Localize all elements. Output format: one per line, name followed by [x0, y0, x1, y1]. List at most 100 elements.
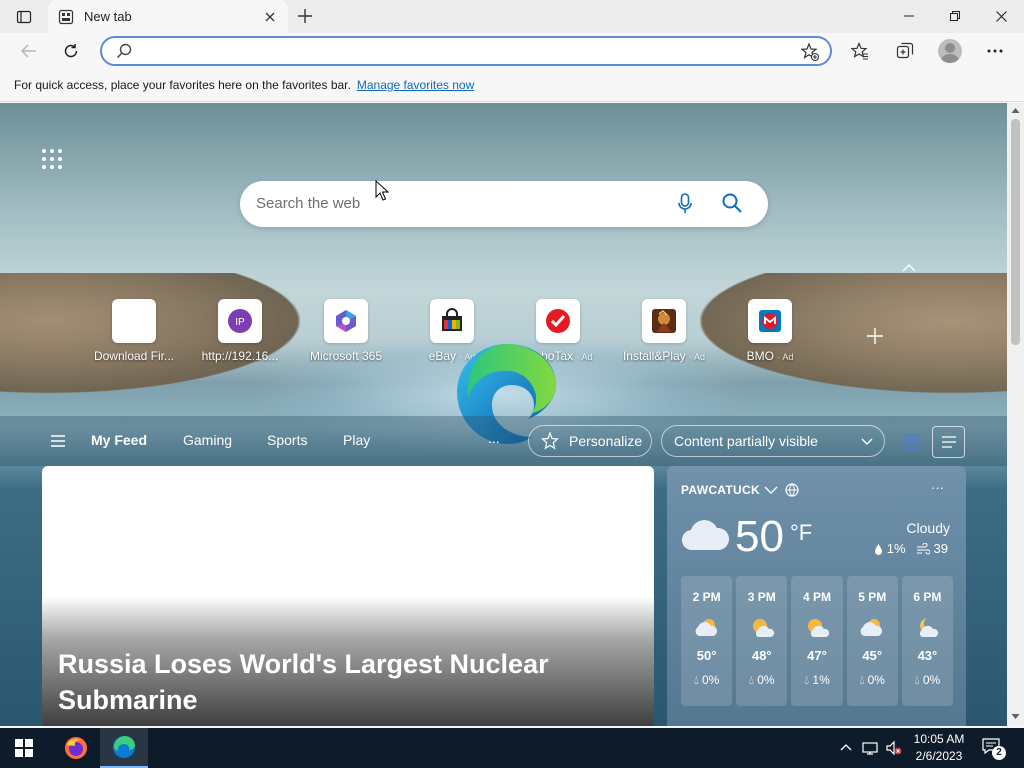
- back-button[interactable]: [14, 37, 44, 65]
- profile-avatar[interactable]: [938, 39, 962, 63]
- ad-label: · Ad: [689, 352, 706, 362]
- list-layout-icon: [941, 436, 956, 448]
- quick-link-tile: [324, 299, 368, 343]
- network-icon[interactable]: [862, 740, 878, 756]
- tab-new-tab[interactable]: New tab: [48, 0, 288, 33]
- tab-sports[interactable]: Sports: [267, 432, 307, 448]
- tab-strip: New tab: [0, 0, 1024, 33]
- collections-icon: [896, 42, 914, 59]
- scrollbar-thumb[interactable]: [1011, 119, 1020, 345]
- chevron-up-icon[interactable]: [900, 261, 918, 275]
- tab-actions-menu-button[interactable]: [8, 6, 40, 28]
- new-tab-button[interactable]: [292, 4, 318, 28]
- partly-cloudy-night-icon: [920, 618, 939, 637]
- more-tabs-button[interactable]: ...: [488, 430, 500, 446]
- chevron-down-icon[interactable]: [763, 484, 779, 496]
- article-headline[interactable]: Russia Loses World's Largest Nuclear Sub…: [58, 646, 638, 718]
- personalize-button[interactable]: Personalize: [528, 425, 652, 457]
- weather-more-button[interactable]: ···: [931, 480, 944, 495]
- weather-precip: 1%: [886, 541, 906, 556]
- quick-link-label: Download Fir...: [93, 349, 175, 363]
- raindrop-icon: [874, 543, 882, 555]
- microsoft-365-icon: [336, 310, 356, 332]
- grid-layout-icon: [902, 434, 919, 450]
- scroll-down-arrow-icon[interactable]: [1011, 713, 1020, 720]
- hourly-item[interactable]: 4 PM 47° 💧︎ 1%: [791, 576, 843, 706]
- grid-layout-button[interactable]: [894, 426, 927, 458]
- hourly-item[interactable]: 6 PM 43° 💧︎ 0%: [901, 576, 954, 706]
- close-window-button[interactable]: [978, 0, 1024, 32]
- microphone-icon[interactable]: [678, 193, 692, 215]
- list-layout-button[interactable]: [932, 426, 965, 458]
- mouse-cursor-icon: [375, 180, 389, 201]
- hour-temp: 50°: [696, 648, 717, 663]
- cloud-icon: [682, 520, 729, 551]
- volume-muted-icon[interactable]: [886, 740, 902, 756]
- browser-toolbar: [0, 33, 1024, 69]
- hourly-item[interactable]: 2 PM 50° 💧︎ 0%: [681, 576, 733, 706]
- weather-location[interactable]: PAWCATUCK: [681, 483, 760, 497]
- tab-my-feed[interactable]: My Feed: [91, 432, 147, 448]
- tab-gaming[interactable]: Gaming: [183, 432, 232, 448]
- edge-icon: [113, 736, 135, 758]
- hourly-forecast: 2 PM 50° 💧︎ 0% 3 PM 48° 💧︎ 0% 4 PM 47° 💧…: [681, 576, 954, 706]
- raindrop-icon: 💧︎: [914, 673, 920, 687]
- hourly-item[interactable]: 5 PM 45° 💧︎ 0%: [846, 576, 898, 706]
- feed-article-card[interactable]: Russia Loses World's Largest Nuclear Sub…: [42, 466, 654, 726]
- hour-temp: 47°: [807, 648, 827, 663]
- refresh-button[interactable]: [56, 37, 86, 65]
- hour-temp: 48°: [751, 648, 772, 663]
- weather-unit[interactable]: °F: [790, 520, 812, 546]
- manage-favorites-link[interactable]: Manage favorites now: [357, 78, 474, 92]
- favorites-icon: [851, 42, 868, 60]
- action-center-button[interactable]: 2: [982, 737, 1006, 760]
- chevron-up-icon[interactable]: [838, 740, 854, 756]
- start-button[interactable]: [0, 728, 48, 768]
- globe-location-icon[interactable]: [785, 483, 799, 497]
- search-icon[interactable]: [721, 192, 743, 214]
- edge-taskbar-button[interactable]: [100, 728, 148, 768]
- ebay-bag-icon: [442, 308, 462, 331]
- notification-count-badge: 2: [992, 746, 1006, 760]
- system-clock[interactable]: 10:05 AM 2/6/2023: [906, 731, 972, 765]
- restore-button[interactable]: [932, 0, 978, 32]
- scroll-up-arrow-icon[interactable]: [1011, 107, 1020, 114]
- quick-link-tile: [642, 299, 686, 343]
- address-bar[interactable]: [100, 36, 832, 66]
- quick-link-label: http://192.16...: [201, 349, 279, 363]
- quick-link[interactable]: Install&Play · Ad: [612, 299, 716, 363]
- firefox-taskbar-button[interactable]: [52, 728, 100, 768]
- wind-icon: [916, 542, 930, 555]
- quick-link[interactable]: BMO · Ad: [718, 299, 822, 363]
- settings-and-more-button[interactable]: [980, 37, 1010, 65]
- raindrop-icon: 💧︎: [859, 673, 865, 687]
- hour-precip: 0%: [702, 673, 720, 687]
- close-tab-button[interactable]: [262, 9, 278, 25]
- back-arrow-icon: [21, 44, 36, 58]
- content-visibility-value: Content partially visible: [674, 433, 818, 449]
- mostly-sunny-icon: [752, 619, 774, 637]
- weather-stats: 1% 39: [874, 541, 948, 556]
- minimize-button[interactable]: [886, 0, 932, 32]
- web-search-placeholder[interactable]: Search the web: [256, 195, 360, 212]
- hourly-item[interactable]: 3 PM 48° 💧︎ 0%: [736, 576, 788, 706]
- svg-text:IP: IP: [235, 317, 245, 328]
- collections-button[interactable]: [890, 37, 920, 65]
- weather-card[interactable]: PAWCATUCK ··· 50 °F Cloudy 1% 39 2 PM 50…: [667, 466, 966, 726]
- add-site-plus-icon[interactable]: [866, 327, 884, 345]
- tab-play[interactable]: Play: [343, 432, 370, 448]
- hour-precip: 1%: [812, 673, 830, 687]
- address-input[interactable]: [142, 41, 782, 61]
- hamburger-menu-icon[interactable]: [50, 434, 66, 448]
- page-scrollbar[interactable]: [1007, 103, 1024, 726]
- content-visibility-dropdown[interactable]: Content partially visible: [661, 425, 885, 457]
- quick-link[interactable]: IP http://192.16...: [188, 299, 292, 363]
- favorites-button[interactable]: [845, 37, 875, 65]
- quick-link[interactable]: Download Fir...: [82, 299, 186, 363]
- quick-link[interactable]: Microsoft 365: [294, 299, 398, 363]
- add-favorite-icon[interactable]: [800, 42, 820, 62]
- clock-date: 2/6/2023: [915, 749, 963, 763]
- app-launcher-button[interactable]: [40, 147, 64, 171]
- plus-icon: [298, 9, 312, 23]
- web-search-box[interactable]: Search the web: [240, 181, 768, 227]
